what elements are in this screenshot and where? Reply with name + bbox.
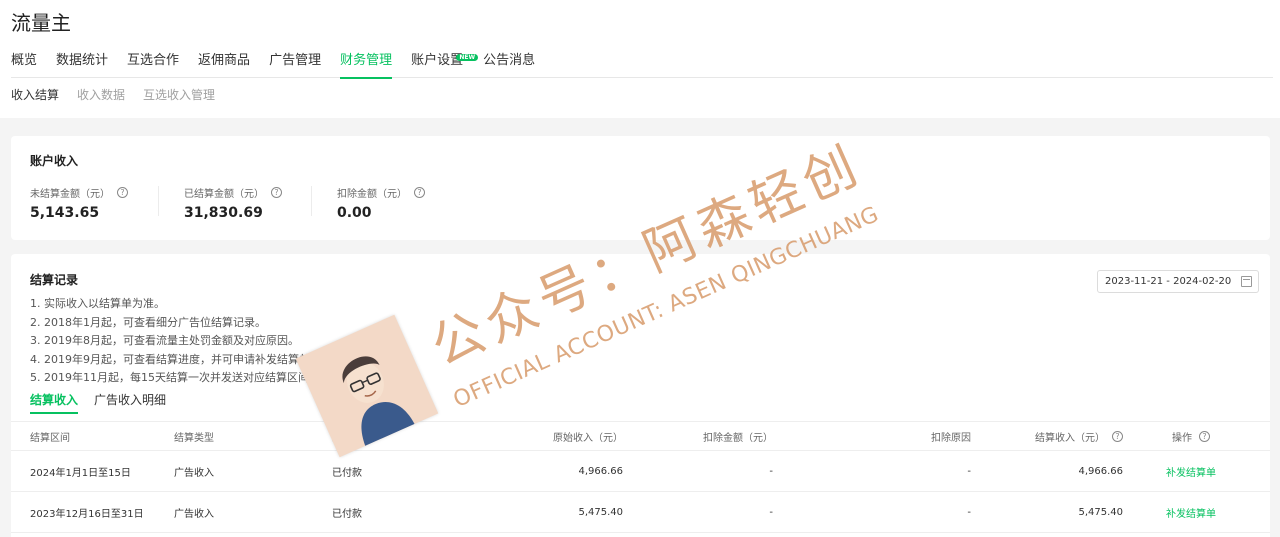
cell-type: 广告收入 <box>174 467 214 479</box>
help-icon[interactable]: ? <box>117 187 128 198</box>
date-range-picker[interactable]: 2023-11-21 - 2024-02-20 <box>1097 270 1259 293</box>
cell-deduction: - <box>769 506 773 518</box>
stat-deducted-label: 扣除金额（元） <box>337 189 407 200</box>
subtab-mutual-income[interactable]: 互选收入管理 <box>143 86 215 103</box>
table-row: 2024年1月1日至15日 广告收入 已付款 4,966.66 - - 4,96… <box>11 451 1270 492</box>
stat-settled-value: 31,830.69 <box>184 205 263 221</box>
tab-overview[interactable]: 概览 <box>11 52 37 78</box>
account-income-title: 账户收入 <box>30 154 79 168</box>
stat-deducted-value: 0.00 <box>337 205 372 221</box>
col-reason: 扣除原因 <box>931 432 971 444</box>
divider <box>158 186 159 216</box>
cell-settled: 4,966.66 <box>1078 465 1123 477</box>
col-type: 结算类型 <box>174 432 214 444</box>
note-item: 2. 2018年1月起，可查看细分广告位结算记录。 <box>30 315 266 329</box>
tab-data-stats[interactable]: 数据统计 <box>56 52 108 78</box>
tab-settled-income[interactable]: 结算收入 <box>30 391 79 414</box>
stat-unsettled-label: 未结算金额（元） <box>30 189 110 200</box>
tab-ad-management[interactable]: 广告管理 <box>269 52 321 78</box>
cell-period: 2024年1月1日至15日 <box>30 467 131 479</box>
table-header: 结算区间 结算类型 结算状态 原始收入（元） 扣除金额（元） 扣除原因 结算收入… <box>11 421 1270 451</box>
stat-settled-label: 已结算金额（元） <box>184 189 264 200</box>
tab-announcements[interactable]: 公告消息 <box>483 52 535 78</box>
date-range-value: 2023-11-21 - 2024-02-20 <box>1105 276 1232 287</box>
settlement-records-card: 结算记录 2023-11-21 - 2024-02-20 1. 实际收入以结算单… <box>11 254 1270 537</box>
calendar-icon <box>1241 276 1252 287</box>
subtab-income-settlement[interactable]: 收入结算 <box>11 86 59 103</box>
cell-original: 5,475.40 <box>578 506 623 518</box>
top-bar: 流量主 概览 数据统计 互选合作 返佣商品 广告管理 财务管理 账户设置 NEW… <box>0 0 1280 118</box>
cell-reason: - <box>967 465 971 477</box>
col-action-label: 操作 <box>1172 432 1192 444</box>
cell-reason: - <box>967 506 971 518</box>
tab-account-settings-label: 账户设置 <box>411 53 464 68</box>
cell-status: 已付款 <box>332 467 362 479</box>
reissue-statement-link[interactable]: 补发结算单 <box>1151 492 1231 532</box>
stat-unsettled: 未结算金额（元） ? 5,143.65 <box>30 185 128 221</box>
records-tabs: 结算收入 广告收入明细 <box>30 391 182 414</box>
app-title: 流量主 <box>11 11 71 35</box>
help-icon[interactable]: ? <box>414 187 425 198</box>
note-item: 3. 2019年8月起，可查看流量主处罚金额及对应原因。 <box>30 334 299 347</box>
help-icon[interactable]: ? <box>1112 430 1123 442</box>
stat-deducted: 扣除金额（元） ? 0.00 <box>337 185 425 221</box>
cell-settled: 5,475.40 <box>1078 506 1123 518</box>
main-nav-tabs: 概览 数据统计 互选合作 返佣商品 广告管理 财务管理 账户设置 NEW 公告消… <box>11 52 1273 79</box>
note-item: 1. 实际收入以结算单为准。 <box>30 297 165 310</box>
divider <box>311 186 312 216</box>
sub-nav-tabs: 收入结算 收入数据 互选收入管理 <box>11 86 233 103</box>
col-action: 操作 ? <box>1151 422 1231 450</box>
col-settled-label: 结算收入（元） <box>1035 432 1105 444</box>
new-badge: NEW <box>456 54 479 61</box>
cell-status: 已付款 <box>332 508 362 520</box>
col-period: 结算区间 <box>30 432 70 444</box>
tab-ad-income-detail[interactable]: 广告收入明细 <box>94 391 166 414</box>
col-deduction: 扣除金额（元） <box>703 432 773 444</box>
col-original: 原始收入（元） <box>553 432 623 444</box>
tab-account-settings[interactable]: 账户设置 NEW <box>411 52 479 78</box>
subtab-income-data[interactable]: 收入数据 <box>77 86 125 103</box>
reissue-statement-link[interactable]: 补发结算单 <box>1151 451 1231 491</box>
settlement-records-title: 结算记录 <box>30 273 79 287</box>
settlement-table: 结算区间 结算类型 结算状态 原始收入（元） 扣除金额（元） 扣除原因 结算收入… <box>11 421 1270 533</box>
cell-type: 广告收入 <box>174 508 214 520</box>
tab-mutual-cooperation[interactable]: 互选合作 <box>127 52 179 78</box>
stat-unsettled-value: 5,143.65 <box>30 205 100 221</box>
cell-period: 2023年12月16日至31日 <box>30 508 144 520</box>
col-settled: 结算收入（元） ? <box>991 422 1123 450</box>
cell-original: 4,966.66 <box>578 465 623 477</box>
tab-finance[interactable]: 财务管理 <box>340 52 393 79</box>
tab-commission-products[interactable]: 返佣商品 <box>198 52 250 78</box>
cell-deduction: - <box>769 465 773 477</box>
help-icon[interactable]: ? <box>271 187 282 198</box>
help-icon[interactable]: ? <box>1199 430 1210 442</box>
table-row: 2023年12月16日至31日 广告收入 已付款 5,475.40 - - 5,… <box>11 492 1270 533</box>
stat-settled: 已结算金额（元） ? 31,830.69 <box>184 185 282 221</box>
